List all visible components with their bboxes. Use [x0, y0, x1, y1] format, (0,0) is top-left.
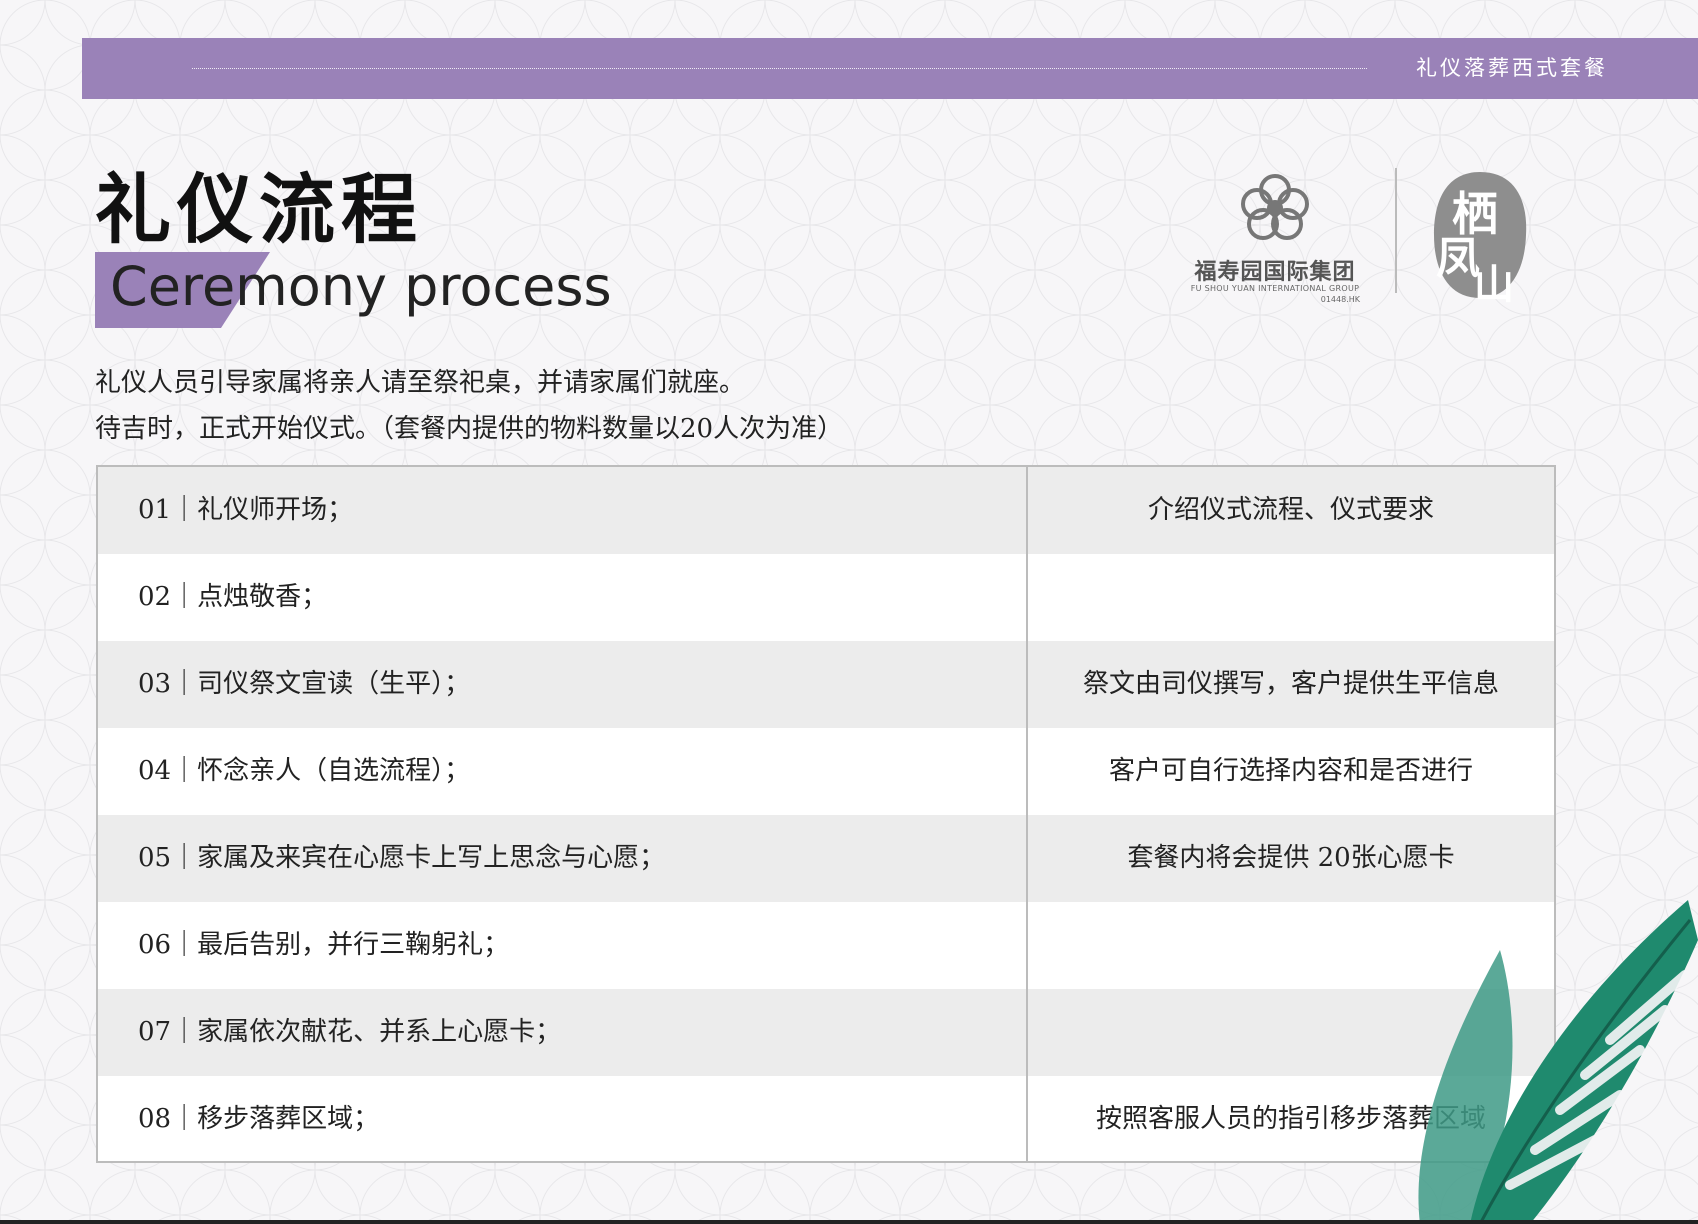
bottom-rule [0, 1220, 1698, 1224]
table-column-divider [1026, 467, 1028, 1161]
step-note: 客户可自行选择内容和是否进行 [1108, 756, 1473, 786]
table-row: 01｜礼仪师开场； 介绍仪式流程、仪式要求 [98, 467, 1554, 554]
stock-code: 01448.HK [1320, 295, 1360, 304]
step-note [1028, 554, 1554, 641]
step-label: 07｜家属依次献花、并系上心愿卡； [138, 1017, 562, 1047]
company-name-en: FU SHOU YUAN INTERNATIONAL GROUP [1190, 284, 1360, 293]
logo-divider [1395, 168, 1397, 293]
table-row: 07｜家属依次献花、并系上心愿卡； [98, 989, 1554, 1076]
page-subtitle: Ceremony process [110, 255, 612, 318]
table-row: 02｜点烛敬香； [98, 554, 1554, 641]
intro-line-1: 礼仪人员引导家属将亲人请至祭祀桌，并请家属们就座。 [95, 368, 746, 398]
table-row: 08｜移步落葬区域； 按照客服人员的指引移步落葬区域 [98, 1076, 1554, 1163]
step-note: 祭文由司仪撰写，客户提供生平信息 [1082, 669, 1499, 699]
step-note: 介绍仪式流程、仪式要求 [1147, 495, 1434, 525]
intro-text: 礼仪人员引导家属将亲人请至祭祀桌，并请家属们就座。 待吉时，正式开始仪式。（套餐… [95, 360, 843, 452]
step-label: 02｜点烛敬香； [138, 582, 328, 612]
header-bar: 礼仪落葬西式套餐 [82, 38, 1698, 99]
company-name: 福寿园国际集团 [1194, 260, 1356, 285]
seal-logo: 栖 凤 山 [1430, 170, 1530, 308]
ceremony-steps-table: 01｜礼仪师开场； 介绍仪式流程、仪式要求 02｜点烛敬香； 03｜司仪祭文宣读… [96, 465, 1556, 1163]
step-label: 01｜礼仪师开场； [138, 495, 354, 525]
intro-line-2: 待吉时，正式开始仪式。（套餐内提供的物料数量以20人次为准） [95, 414, 844, 444]
header-label: 礼仪落葬西式套餐 [1416, 56, 1608, 80]
table-row: 03｜司仪祭文宣读（生平）； 祭文由司仪撰写，客户提供生平信息 [98, 641, 1554, 728]
company-logo: 福寿园国际集团 FU SHOU YUAN INTERNATIONAL GROUP… [1180, 168, 1370, 308]
step-label: 03｜司仪祭文宣读（生平）； [138, 669, 471, 699]
table-row: 05｜家属及来宾在心愿卡上写上思念与心愿； 套餐内将会提供 20张心愿卡 [98, 815, 1554, 902]
seal-char-3: 山 [1474, 261, 1514, 308]
leaf-decoration-icon [1418, 900, 1698, 1224]
table-row: 06｜最后告别，并行三鞠躬礼； [98, 902, 1554, 989]
step-label: 08｜移步落葬区域； [138, 1104, 380, 1134]
step-label: 06｜最后告别，并行三鞠躬礼； [138, 930, 510, 960]
header-dotted-rule [192, 68, 1367, 69]
step-label: 04｜怀念亲人（自选流程）； [138, 756, 471, 786]
step-label: 05｜家属及来宾在心愿卡上写上思念与心愿； [138, 843, 666, 873]
page-title: 礼仪流程 [95, 165, 423, 254]
table-row: 04｜怀念亲人（自选流程）； 客户可自行选择内容和是否进行 [98, 728, 1554, 815]
flower-logo-icon [1241, 174, 1309, 240]
